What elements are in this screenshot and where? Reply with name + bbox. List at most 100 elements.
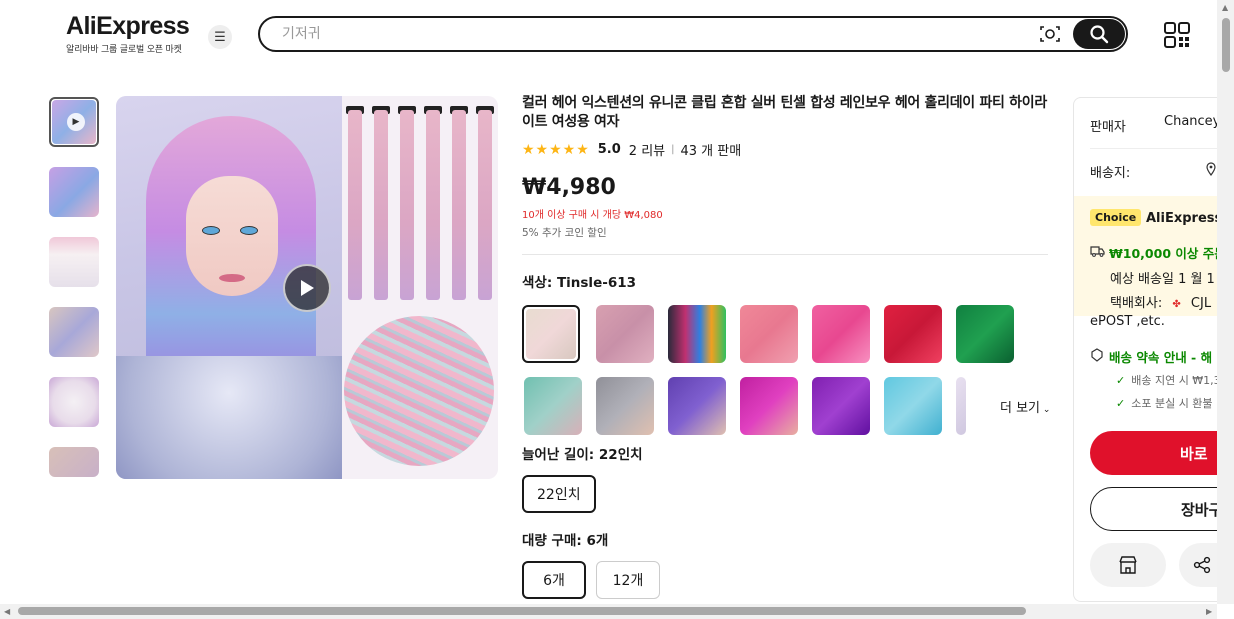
- check-icon: ✓: [1116, 374, 1126, 387]
- scroll-right-arrow-icon[interactable]: ▶: [1206, 607, 1212, 616]
- scroll-up-arrow-icon[interactable]: ▲: [1222, 3, 1228, 12]
- color-swatch[interactable]: [884, 305, 942, 363]
- image-search-icon[interactable]: [1040, 25, 1060, 43]
- color-swatch[interactable]: [884, 377, 942, 435]
- length-option[interactable]: 22인치: [522, 475, 596, 513]
- delivery-promise-title[interactable]: 배송 약속 안내 - 해: [1109, 347, 1212, 366]
- more-colors-button[interactable]: 더 보기 ⌄: [1000, 397, 1050, 416]
- thumbnail-5[interactable]: [49, 377, 99, 427]
- courier-label-text: 택배회사:: [1110, 296, 1163, 311]
- price: ₩4,980: [522, 175, 616, 200]
- color-swatch[interactable]: [668, 305, 726, 363]
- qr-code-icon[interactable]: [1164, 22, 1190, 48]
- product-title: 컬러 헤어 익스텐션의 유니콘 클립 혼합 실버 틴셀 합성 레인보우 헤어 홀…: [522, 95, 1047, 130]
- color-swatches: 더 보기 ⌄: [522, 305, 1052, 439]
- play-icon: [301, 280, 314, 296]
- aliexpress-logo[interactable]: AliExpress 알리바바 그룹 글로벌 오픈 마켓: [66, 12, 190, 55]
- horizontal-scroll-thumb[interactable]: [18, 607, 1026, 615]
- delivery-estimate: 예상 배송일 1 월 1: [1110, 272, 1215, 287]
- thumbnail-4[interactable]: [49, 307, 99, 357]
- buy-now-button[interactable]: 바로: [1090, 431, 1234, 475]
- location-pin-icon[interactable]: [1206, 162, 1216, 176]
- length-label: 늘어난 길이: 22인치: [522, 443, 1052, 463]
- color-swatch[interactable]: [956, 305, 1014, 363]
- thumbnail-3[interactable]: [49, 237, 99, 287]
- share-icon: [1193, 556, 1211, 574]
- play-icon: ▶: [67, 113, 85, 131]
- hair-strands-photo: [346, 102, 496, 302]
- color-label-text: 색상:: [522, 275, 557, 291]
- color-swatch[interactable]: [740, 305, 798, 363]
- ship-to-label: 배송지:: [1090, 166, 1131, 181]
- bulk-label: 대량 구매: 6개: [522, 529, 1052, 549]
- rating-row: ★★★★★ 5.0 2 리뷰 | 43 개 판매: [522, 140, 1052, 160]
- more-label: 더 보기: [1000, 401, 1041, 416]
- color-value: Tinsle-613: [556, 275, 637, 291]
- add-to-cart-button[interactable]: 장바구: [1090, 487, 1234, 531]
- vertical-scrollbar[interactable]: ▲: [1217, 0, 1234, 604]
- length-value: 22인치: [598, 447, 643, 463]
- bulk-label-text: 대량 구매:: [522, 533, 587, 549]
- length-label-text: 늘어난 길이:: [522, 447, 599, 463]
- purchase-panel: 판매자 Chancey 배송지: Choice AliExpressS ₩10,…: [1073, 97, 1234, 602]
- color-swatch[interactable]: [524, 377, 582, 435]
- shield-icon: [1091, 348, 1103, 362]
- check-icon: ✓: [1116, 397, 1126, 410]
- main-product-image[interactable]: [116, 96, 498, 479]
- search-button[interactable]: [1073, 19, 1125, 49]
- horizontal-scrollbar[interactable]: ◀ ▶: [0, 604, 1217, 619]
- color-swatch[interactable]: [812, 305, 870, 363]
- color-swatch[interactable]: [812, 377, 870, 435]
- bulk-value: 6개: [586, 533, 609, 549]
- search-icon: [1090, 25, 1109, 44]
- chevron-down-icon: ⌄: [1040, 405, 1051, 415]
- bulk-options: 6개 12개: [522, 561, 1052, 599]
- product-page: AliExpress 알리바바 그룹 글로벌 오픈 마켓 ☰ ▶: [0, 0, 1234, 619]
- seller-label: 판매자: [1090, 120, 1126, 135]
- review-count[interactable]: 2 리뷰: [629, 140, 665, 159]
- length-options: 22인치: [522, 475, 1052, 513]
- divider: [1090, 148, 1234, 149]
- promise-item-text: 배송 지연 시 ₩1,30: [1131, 374, 1228, 387]
- star-rating-icon: ★★★★★: [522, 141, 590, 158]
- product-info: 컬러 헤어 익스텐션의 유니콘 클립 혼합 실버 틴셀 합성 레인보우 헤어 홀…: [522, 94, 1052, 599]
- courier-label: 택배회사: ✤ CJL: [1110, 292, 1211, 311]
- bulk-option[interactable]: 6개: [522, 561, 586, 599]
- promise-item-text: 소포 분실 시 환불: [1131, 397, 1213, 410]
- color-swatch[interactable]: [668, 377, 726, 435]
- thumbnail-2[interactable]: [49, 167, 99, 217]
- thumbnail-video[interactable]: ▶: [49, 97, 99, 147]
- store-button[interactable]: [1090, 543, 1166, 587]
- choice-badge: Choice: [1090, 209, 1142, 226]
- color-swatch[interactable]: [740, 377, 798, 435]
- sold-count: 43 개 판매: [680, 144, 742, 159]
- scroll-left-arrow-icon[interactable]: ◀: [4, 607, 10, 616]
- color-swatch[interactable]: [956, 377, 966, 435]
- color-label: 색상: Tinsle-613: [522, 271, 1052, 291]
- vertical-scroll-thumb[interactable]: [1222, 18, 1230, 72]
- hair-closeup-photo: [344, 316, 494, 466]
- free-shipping-text: ₩10,000 이상 주문: [1109, 246, 1226, 261]
- courier-logo-icon: ✤: [1172, 299, 1181, 310]
- store-icon: [1119, 556, 1137, 574]
- logo-subtitle: 알리바바 그룹 글로벌 오픈 마켓: [66, 45, 182, 55]
- thumbnail-6[interactable]: [49, 447, 99, 477]
- play-video-button[interactable]: [283, 264, 331, 312]
- bulk-option[interactable]: 12개: [596, 561, 660, 599]
- promise-item: ✓ 배송 지연 시 ₩1,30: [1116, 372, 1228, 388]
- seller-name[interactable]: Chancey: [1164, 114, 1220, 129]
- search-input[interactable]: [282, 24, 1022, 44]
- rating-score: 5.0: [597, 142, 621, 157]
- color-swatch[interactable]: [596, 305, 654, 363]
- truck-icon: [1090, 246, 1105, 257]
- color-swatch[interactable]: [522, 305, 580, 363]
- divider: [522, 254, 1048, 255]
- color-swatch[interactable]: [596, 377, 654, 435]
- courier-value: CJL: [1190, 296, 1212, 311]
- divider: |: [671, 144, 675, 155]
- thumbnail-list: ▶: [49, 97, 101, 497]
- search-bar: [258, 16, 1128, 52]
- coin-discount: 5% 추가 코인 할인: [522, 227, 607, 239]
- menu-icon[interactable]: ☰: [208, 25, 232, 49]
- bulk-discount: 10개 이상 구매 시 개당 ₩4,080: [522, 210, 663, 221]
